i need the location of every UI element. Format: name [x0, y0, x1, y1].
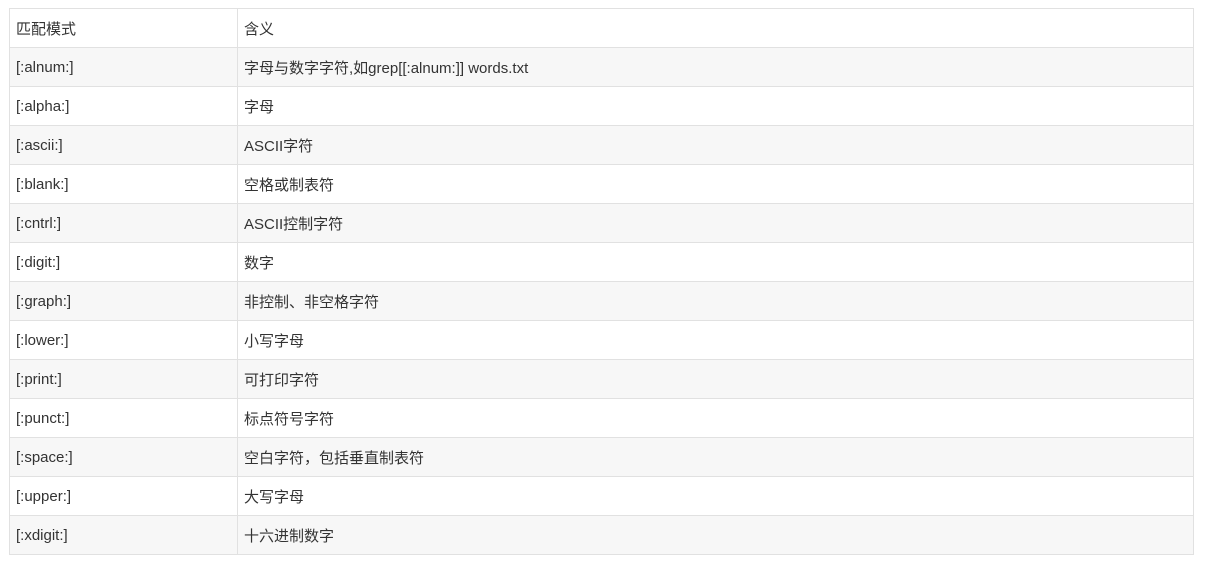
pattern-cell: [:xdigit:]: [9, 515, 238, 555]
meaning-cell: ASCII控制字符: [237, 203, 1194, 243]
table-row: [:cntrl:] ASCII控制字符: [9, 203, 1194, 243]
table-row: [:print:] 可打印字符: [9, 359, 1194, 399]
meaning-cell: 数字: [237, 242, 1194, 282]
pattern-cell: [:alpha:]: [9, 86, 238, 126]
table-row: [:punct:] 标点符号字符: [9, 398, 1194, 438]
meaning-cell: 标点符号字符: [237, 398, 1194, 438]
pattern-cell: [:punct:]: [9, 398, 238, 438]
meaning-cell: ASCII字符: [237, 125, 1194, 165]
table-row: [:digit:] 数字: [9, 242, 1194, 282]
pattern-cell: [:cntrl:]: [9, 203, 238, 243]
table-row: [:blank:] 空格或制表符: [9, 164, 1194, 204]
table-body: 匹配模式 含义 [:alnum:] 字母与数字字符,如grep[[:alnum:…: [9, 8, 1194, 555]
pattern-cell: [:graph:]: [9, 281, 238, 321]
table-row: [:space:] 空白字符，包括垂直制表符: [9, 437, 1194, 477]
meaning-cell: 大写字母: [237, 476, 1194, 516]
pattern-cell: [:digit:]: [9, 242, 238, 282]
pattern-cell: [:alnum:]: [9, 47, 238, 87]
content-area: 匹配模式 含义 [:alnum:] 字母与数字字符,如grep[[:alnum:…: [9, 8, 1194, 555]
meaning-cell: 字母: [237, 86, 1194, 126]
table-row: [:lower:] 小写字母: [9, 320, 1194, 360]
pattern-cell: [:print:]: [9, 359, 238, 399]
meaning-cell: 十六进制数字: [237, 515, 1194, 555]
meaning-cell: 空格或制表符: [237, 164, 1194, 204]
pattern-cell: [:ascii:]: [9, 125, 238, 165]
table-row: [:upper:] 大写字母: [9, 476, 1194, 516]
header-cell-pattern: 匹配模式: [9, 8, 238, 48]
pattern-cell: [:space:]: [9, 437, 238, 477]
pattern-cell: [:lower:]: [9, 320, 238, 360]
header-cell-meaning: 含义: [237, 8, 1194, 48]
meaning-cell: 非控制、非空格字符: [237, 281, 1194, 321]
meaning-cell: 小写字母: [237, 320, 1194, 360]
table-row: [:alpha:] 字母: [9, 86, 1194, 126]
meaning-cell: 可打印字符: [237, 359, 1194, 399]
table-row: [:xdigit:] 十六进制数字: [9, 515, 1194, 555]
table-header-row: 匹配模式 含义: [9, 8, 1194, 48]
pattern-cell: [:upper:]: [9, 476, 238, 516]
meaning-cell: 字母与数字字符,如grep[[:alnum:]] words.txt: [237, 47, 1194, 87]
table-row: [:graph:] 非控制、非空格字符: [9, 281, 1194, 321]
table-row: [:alnum:] 字母与数字字符,如grep[[:alnum:]] words…: [9, 47, 1194, 87]
pattern-cell: [:blank:]: [9, 164, 238, 204]
regex-character-class-table: 匹配模式 含义 [:alnum:] 字母与数字字符,如grep[[:alnum:…: [9, 8, 1194, 555]
table-row: [:ascii:] ASCII字符: [9, 125, 1194, 165]
meaning-cell: 空白字符，包括垂直制表符: [237, 437, 1194, 477]
